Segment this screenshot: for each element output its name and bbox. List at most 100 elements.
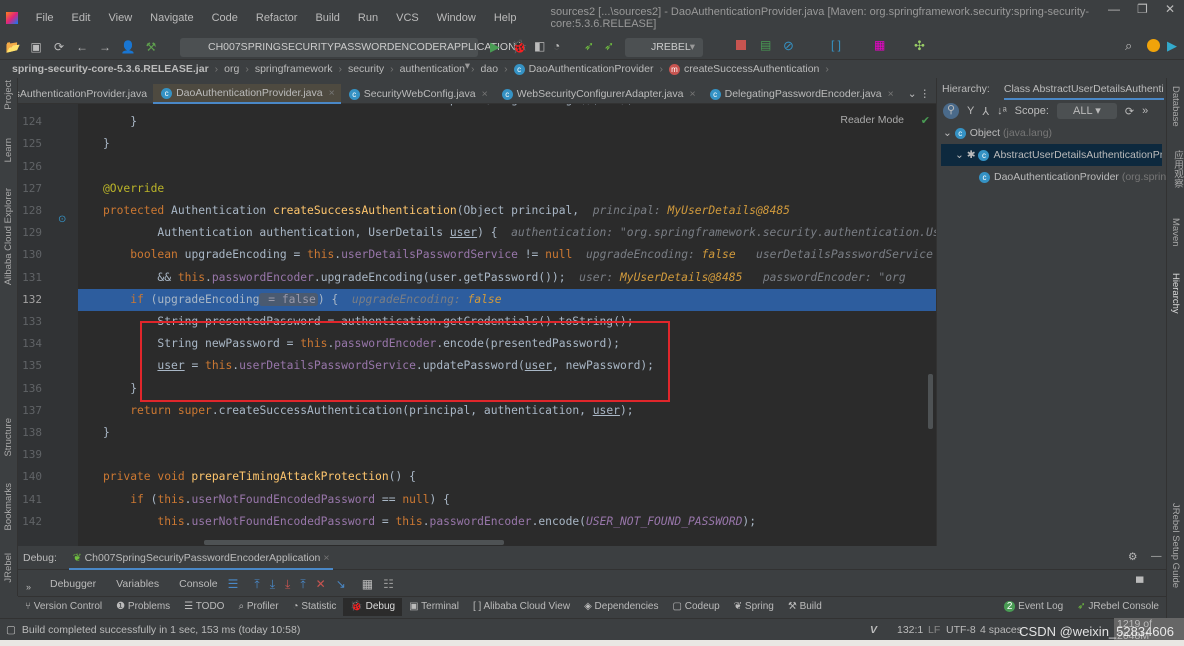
monitor-icon[interactable]: ▤	[760, 38, 771, 52]
line-number[interactable]: 139	[22, 448, 42, 461]
run-configuration-select[interactable]: CH007SPRINGSECURITYPASSWORDENCODERAPPLIC…	[180, 38, 516, 72]
line-separator[interactable]: LF	[928, 624, 940, 636]
restore-icon[interactable]: ❐	[1137, 2, 1148, 16]
plugin-icon[interactable]: ✣	[914, 38, 925, 54]
layout-icon[interactable]: ▦	[874, 38, 885, 52]
supertypes-icon[interactable]: Y	[967, 105, 974, 117]
editor-tab[interactable]: AbstractUserDetailsAuthenticationProvide…	[18, 84, 153, 104]
code-line[interactable]: private void prepareTimingAttackProtecti…	[78, 466, 936, 488]
structure-tool-button[interactable]: Structure	[3, 418, 14, 457]
bookmarks-tool-button[interactable]: Bookmarks	[3, 483, 14, 531]
breadcrumb-method[interactable]: createSuccessAuthentication	[684, 63, 819, 75]
editor-tab[interactable]: c DelegatingPasswordEncoder.java ×	[702, 84, 900, 104]
breadcrumb-security[interactable]: security	[348, 63, 384, 75]
run-icon[interactable]: ▶	[490, 39, 500, 55]
code-line[interactable]: boolean upgradeEncoding = this.userDetai…	[78, 244, 936, 266]
editor-tab[interactable]: c WebSecurityConfigurerAdapter.java ×	[494, 84, 702, 104]
refresh-icon[interactable]: ⟳	[1125, 105, 1134, 118]
line-number[interactable]: 140	[22, 470, 42, 483]
menu-build[interactable]: Build	[315, 12, 339, 24]
debug-session-tab[interactable]: ❦ Ch007SpringSecurityPasswordEncoderAppl…	[68, 546, 334, 570]
alibaba-cloud-explorer-button[interactable]: Alibaba Cloud Explorer	[3, 188, 14, 285]
menu-code[interactable]: Code	[212, 12, 238, 24]
horizontal-scrollbar[interactable]	[204, 540, 504, 545]
breadcrumb-class[interactable]: DaoAuthenticationProvider	[529, 63, 654, 75]
variables-tab[interactable]: Variables	[116, 578, 159, 590]
evaluate-expression-icon[interactable]: ▦	[362, 577, 373, 591]
forward-icon[interactable]: →	[95, 40, 115, 54]
reader-mode-button[interactable]: Reader Mode	[840, 114, 904, 126]
step-out-icon[interactable]: ⤒	[300, 577, 305, 592]
line-number[interactable]: 133	[22, 315, 42, 328]
jrebel-run-icon[interactable]: ➶	[584, 39, 594, 53]
breadcrumb-springframework[interactable]: springframework	[255, 63, 333, 75]
status-toggle-icon[interactable]: ▢	[6, 624, 16, 636]
code-line[interactable]: protected Authentication createSuccessAu…	[78, 200, 936, 222]
tree-node-abstract-provider[interactable]: ⌄ ✱ c AbstractUserDetailsAuthenticationPr…	[941, 144, 1162, 166]
hierarchy-tool-button[interactable]: Hierarchy	[1170, 273, 1181, 314]
alibaba-cloud-icon[interactable]: [ ]	[831, 38, 841, 52]
line-number[interactable]: 136	[22, 382, 42, 395]
show-execution-point-icon[interactable]: ⤒	[254, 577, 259, 592]
code-line[interactable]: if (upgradeEncoding = false) { upgradeEn…	[78, 288, 936, 311]
code-line[interactable]	[78, 156, 936, 178]
file-encoding[interactable]: UTF-8	[946, 624, 976, 636]
line-number[interactable]: 127	[22, 182, 42, 195]
build-hammer-icon[interactable]: ⚒	[141, 40, 161, 54]
jrebel-select[interactable]: JREBEL ▾	[625, 38, 703, 57]
settings-gear-icon[interactable]: ⚙	[1128, 551, 1137, 563]
back-icon[interactable]: ←	[72, 40, 92, 54]
line-number[interactable]: 138	[22, 426, 42, 439]
tool-tab-jrebel-console[interactable]: ➶ JRebel Console	[1070, 598, 1166, 616]
line-number[interactable]: 129	[22, 226, 42, 239]
line-number[interactable]: 135	[22, 359, 42, 372]
expand-icon[interactable]: »	[26, 582, 31, 592]
save-icon[interactable]: ▣	[26, 40, 46, 54]
vertical-scrollbar[interactable]	[928, 374, 933, 429]
close-icon[interactable]: ✕	[1165, 2, 1175, 16]
menu-edit[interactable]: Edit	[72, 12, 91, 24]
app-observe-tool-button[interactable]: 应用观察	[1170, 150, 1184, 188]
coverage-icon[interactable]: ◧	[534, 39, 545, 53]
close-icon[interactable]: ×	[329, 83, 335, 103]
menu-vcs[interactable]: VCS	[396, 12, 419, 24]
vim-icon[interactable]: V	[870, 624, 877, 636]
code-editor[interactable]: 123 124 125 126 127 128 129 130 131 132 133 134 135 1…	[18, 104, 936, 546]
line-number[interactable]: 125	[22, 137, 42, 150]
inspection-ok-icon[interactable]: ✔	[921, 114, 930, 127]
tool-tab-statistic[interactable]: ◔ Statistic	[286, 598, 344, 616]
code-line[interactable]	[78, 444, 936, 466]
debugger-tab[interactable]: Debugger	[50, 578, 96, 590]
line-number[interactable]: 128	[22, 204, 42, 217]
layout-settings-icon[interactable]: ▀	[1136, 577, 1143, 589]
code-line[interactable]: }	[78, 422, 936, 444]
code-line[interactable]: this. userNotFoundEncodedPassword = this.…	[78, 511, 936, 533]
line-number[interactable]: 142	[22, 515, 42, 528]
profiler-icon[interactable]: ◔	[553, 39, 560, 53]
menu-window[interactable]: Window	[437, 12, 476, 24]
code-line[interactable]: Authentication authentication, UserDetai…	[78, 222, 936, 244]
menu-refactor[interactable]: Refactor	[256, 12, 298, 24]
run-to-cursor-icon[interactable]: ↘	[336, 577, 346, 591]
trace-icon[interactable]: ☷	[383, 577, 394, 591]
line-number[interactable]: 137	[22, 404, 42, 417]
tool-tab-problems[interactable]: ❶ Problems	[109, 598, 177, 616]
jrebel-debug-icon[interactable]: ➶	[604, 39, 614, 53]
sort-icon[interactable]: ↓ᵃ	[997, 105, 1007, 117]
maven-tool-button[interactable]: Maven	[1170, 218, 1181, 247]
menu-run[interactable]: Run	[358, 12, 378, 24]
caret-position[interactable]: 132:1	[897, 624, 923, 636]
sync-icon[interactable]: ⟳	[49, 40, 69, 54]
tool-tab-alibaba-cloud-view[interactable]: [ ] Alibaba Cloud View	[466, 598, 577, 616]
editor-tab[interactable]: c SecurityWebConfig.java ×	[341, 84, 494, 104]
code-line[interactable]: }	[78, 111, 936, 133]
close-icon[interactable]: ×	[689, 84, 695, 104]
tool-tab-dependencies[interactable]: ◈ Dependencies	[577, 598, 665, 616]
close-icon[interactable]: ×	[888, 84, 894, 104]
breadcrumb-jar[interactable]: spring-security-core-5.3.6.RELEASE.jar	[12, 63, 209, 75]
step-over-icon[interactable]: ⤓	[270, 577, 275, 592]
tool-tab-version-control[interactable]: ⑂ Version Control	[18, 598, 109, 616]
debug-icon[interactable]: 🐞	[511, 39, 527, 55]
line-number[interactable]: 123	[22, 104, 42, 106]
minimize-icon[interactable]: —	[1108, 2, 1120, 16]
